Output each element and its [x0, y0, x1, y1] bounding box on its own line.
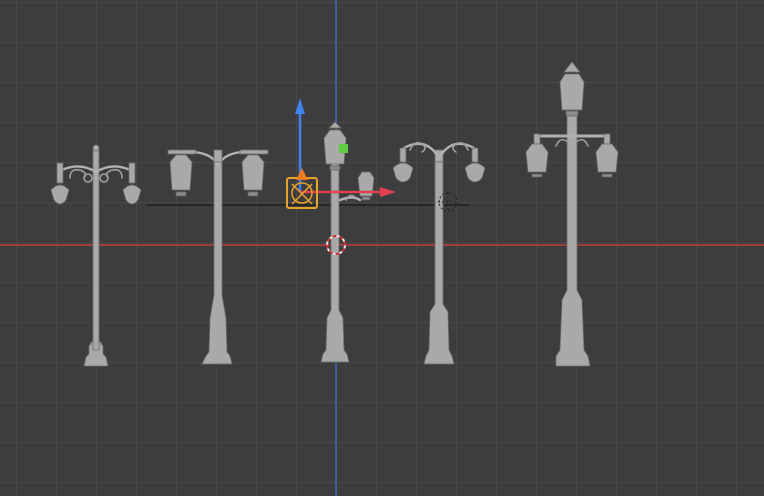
lamp-post-4[interactable] — [392, 142, 486, 365]
lamp-post-3[interactable] — [320, 121, 375, 363]
gizmo-z-arrow-icon[interactable] — [295, 98, 305, 114]
viewport-scene — [0, 0, 764, 496]
lamp-post-1[interactable] — [50, 144, 142, 367]
lamp-post-2[interactable] — [167, 149, 269, 365]
gizmo-x-arrow-icon[interactable] — [380, 187, 396, 197]
lamp-post-5[interactable] — [525, 61, 619, 367]
3d-viewport[interactable] — [0, 0, 764, 496]
gizmo-plane-handle[interactable] — [339, 144, 348, 153]
transform-gizmo[interactable] — [286, 98, 396, 209]
